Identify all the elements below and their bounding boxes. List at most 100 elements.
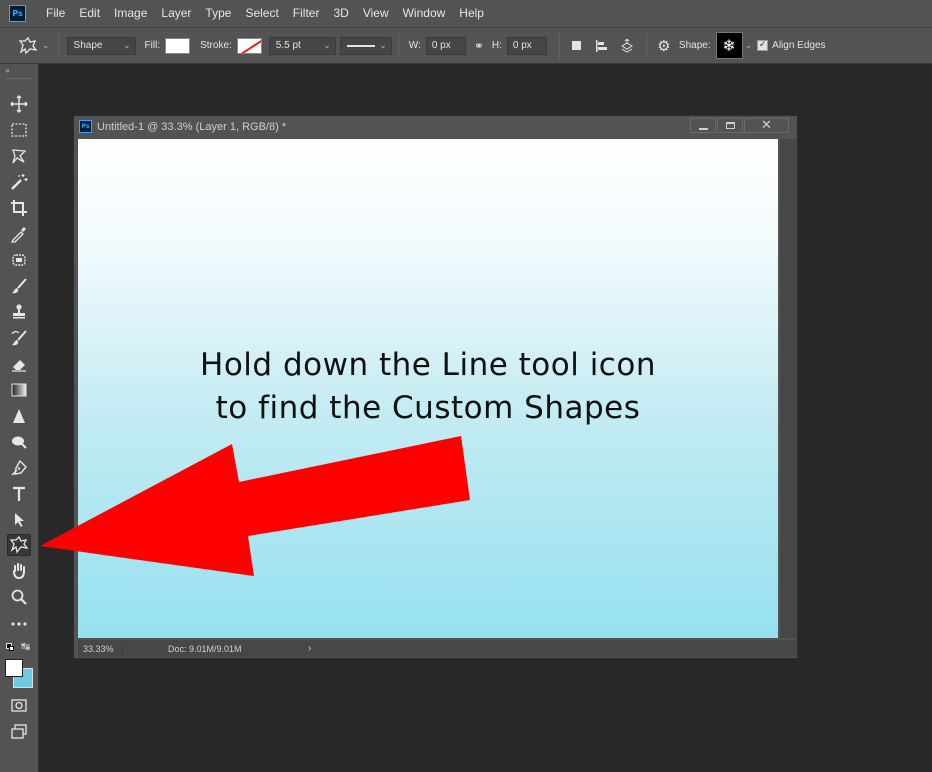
edit-toolbar[interactable] [7,612,31,634]
lasso-icon [12,149,27,164]
path-selection-icon [15,513,24,527]
menu-type[interactable]: Type [198,0,238,27]
gear-icon[interactable]: ⚙ [653,37,675,55]
fill-swatch[interactable] [165,37,191,54]
stroke-type-select[interactable]: ⌄ [339,36,392,55]
minimize-button[interactable] [690,118,716,133]
lasso-tool[interactable] [7,145,31,167]
hand-tool[interactable] [7,560,31,582]
history-brush-tool[interactable] [7,327,31,349]
quick-mask-button[interactable] [7,694,31,716]
menu-image[interactable]: Image [107,0,154,27]
close-button[interactable]: ✕ [744,118,789,133]
maximize-button[interactable] [717,118,743,133]
magic-wand-icon [11,174,28,190]
stamp-icon [13,304,25,319]
panel-collapse-icon[interactable]: » [0,64,38,76]
fill-label: Fill: [144,40,161,51]
patch-icon [12,254,26,266]
chevron-down-icon: ⌄ [123,40,131,50]
zoom-tool[interactable] [7,586,31,608]
stroke-width-field[interactable]: 5.5 pt ⌄ [268,36,336,55]
menu-edit[interactable]: Edit [72,0,107,27]
instruction-line-2: to find the Custom Shapes [215,390,641,426]
doc-size-info: Doc: 9.01M/9.01M [168,643,242,654]
photoshop-logo-icon[interactable]: Ps [9,5,26,22]
history-brush-icon [11,330,27,346]
hand-icon [13,563,25,580]
screen-mode-icon [11,724,27,739]
swap-colors-icon[interactable]: ↹ [21,640,30,653]
options-bar: ⌄ Shape ⌄ Fill: Stroke: 5.5 pt ⌄ ⌄ W: 0 … [0,27,932,64]
stroke-swatch[interactable] [236,37,262,54]
type-tool[interactable] [7,483,31,505]
crop-tool[interactable] [7,197,31,219]
foreground-color-swatch[interactable] [5,659,23,677]
menu-window[interactable]: Window [396,0,453,27]
custom-shape-icon [10,536,28,554]
dodge-tool[interactable] [7,431,31,453]
height-label: H: [491,40,502,51]
menu-help[interactable]: Help [452,0,491,27]
menu-filter[interactable]: Filter [286,0,327,27]
menu-layer[interactable]: Layer [154,0,198,27]
maximize-icon [725,122,735,129]
zoom-level-field[interactable]: 33.33% [78,643,123,654]
menu-bar: Ps File Edit Image Layer Type Select Fil… [0,0,932,27]
path-selection-tool[interactable] [7,509,31,531]
shape-label: Shape: [678,40,711,51]
menu-view[interactable]: View [356,0,396,27]
magic-wand-tool[interactable] [7,171,31,193]
crop-icon [11,200,27,216]
chevron-down-icon: ⌄ [379,40,387,50]
chevron-down-icon: ⌄ [323,40,331,50]
photoshop-document-icon: Ps [79,120,92,133]
screen-mode-button[interactable] [7,720,31,742]
separator [57,32,59,59]
brush-icon [12,278,27,294]
align-edges-checkbox[interactable]: ✓ [757,40,769,51]
default-colors-icon[interactable] [6,643,14,651]
instruction-line-1: Hold down the Line tool icon [200,347,656,383]
path-arrangement-icon[interactable] [614,38,640,53]
stroke-width-value: 5.5 pt [275,40,301,51]
tool-mode-select[interactable]: Shape ⌄ [66,36,136,55]
menu-3d[interactable]: 3D [326,0,355,27]
document-titlebar[interactable]: Ps Untitled-1 @ 33.3% (Layer 1, RGB/8) *… [74,116,797,137]
pen-tool[interactable] [7,457,31,479]
menu-select[interactable]: Select [238,0,285,27]
photoshop-window: Ps File Edit Image Layer Type Select Fil… [0,0,932,772]
menu-file[interactable]: File [38,0,72,27]
vertical-scrollbar[interactable] [780,139,797,638]
gradient-tool[interactable] [7,379,31,401]
separator [558,32,560,59]
eyedropper-tool[interactable] [7,223,31,245]
gradient-icon [11,383,27,397]
image-canvas[interactable]: Hold down the Line tool icon to find the… [78,139,778,638]
chevron-down-icon[interactable]: ⌄ [745,41,753,51]
separator [397,32,399,59]
height-input[interactable]: 0 px [506,36,547,55]
custom-shape-tool[interactable] [7,534,31,556]
path-alignment-icon[interactable] [588,39,614,53]
tool-preset-picker[interactable]: ⌄ [18,36,50,55]
patch-tool[interactable] [7,249,31,271]
path-operations-icon[interactable] [566,39,588,53]
rectangular-marquee-tool[interactable] [7,119,31,141]
link-icon[interactable]: ⚭ [474,39,484,53]
dodge-icon [12,436,27,449]
shape-picker[interactable]: ❄ [715,32,743,59]
brush-tool[interactable] [7,275,31,297]
eraser-tool[interactable] [7,353,31,375]
move-icon [10,95,28,113]
move-tool[interactable] [7,93,31,115]
sharpen-tool[interactable] [7,405,31,427]
tools-panel: » ↹ [0,64,39,772]
quick-mask-icon [11,699,27,712]
more-icon [11,622,27,626]
zoom-icon [11,589,27,605]
clone-stamp-tool[interactable] [7,301,31,323]
width-input[interactable]: 0 px [425,36,466,55]
status-bar: 33.33% Doc: 9.01M/9.01M › [78,640,797,657]
chevron-right-icon[interactable]: › [308,643,311,654]
